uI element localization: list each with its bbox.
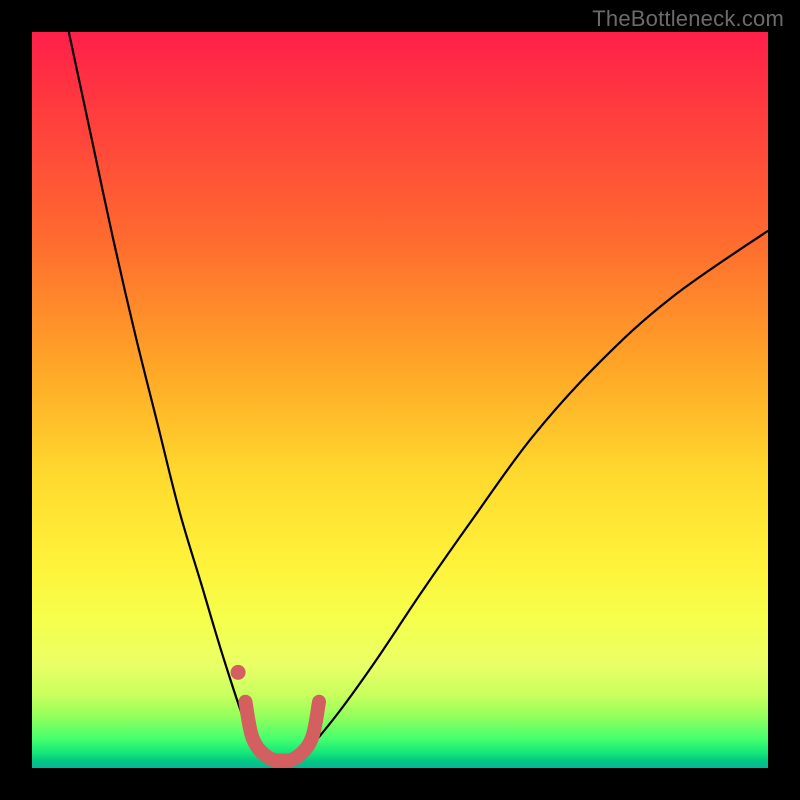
curves-svg: [32, 32, 768, 768]
marker-u-shape: [245, 702, 319, 761]
right-curve: [312, 231, 768, 746]
left-curve: [69, 32, 260, 753]
watermark-text: TheBottleneck.com: [592, 6, 784, 32]
chart-frame: TheBottleneck.com: [0, 0, 800, 800]
plot-area: [32, 32, 768, 768]
marker-dot: [231, 665, 245, 679]
